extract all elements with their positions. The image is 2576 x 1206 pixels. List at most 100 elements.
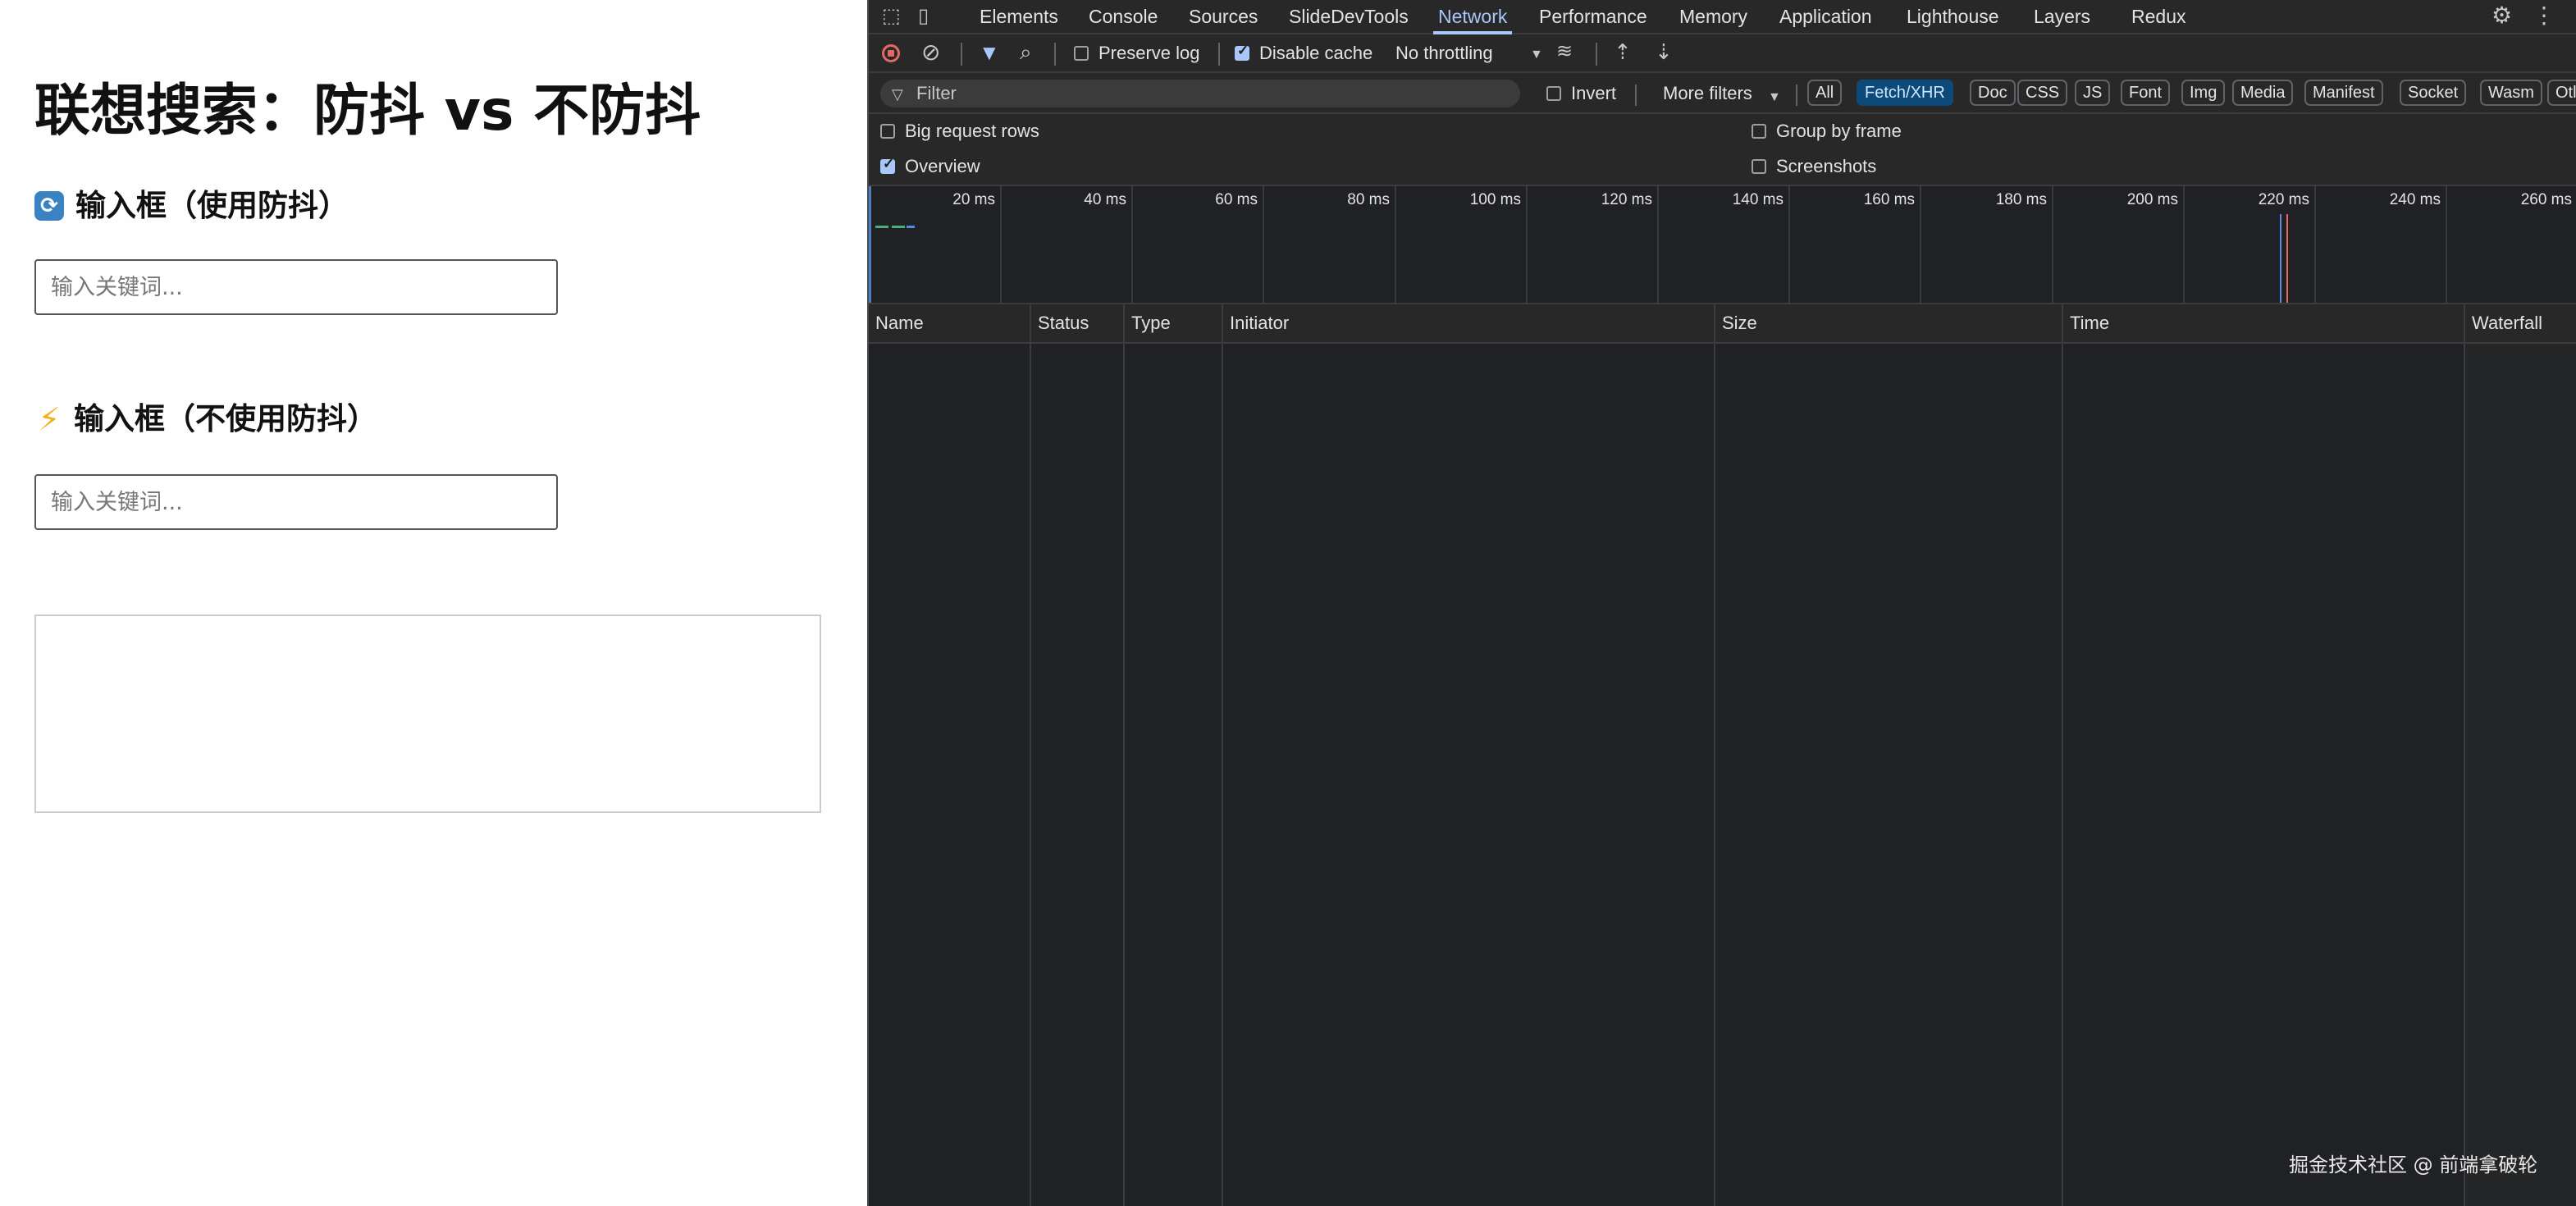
debounce-heading-text: 输入框（使用防抖） [75,188,349,223]
tab-network[interactable]: Network [1432,0,1513,34]
record-stop-icon[interactable] [882,44,900,62]
tab-memory[interactable]: Memory [1679,0,1747,34]
filter-chip-fetch-xhr[interactable]: Fetch/XHR [1857,80,1953,106]
page-title: 联想搜索：防抖 vs 不防抖 [34,79,701,144]
timeline-gridline [2446,186,2447,303]
tab-sources[interactable]: Sources [1189,0,1258,34]
big-request-rows-checkbox[interactable] [880,124,895,139]
device-toolbar-icon[interactable]: ▯ [918,6,929,27]
more-filters-dropdown[interactable]: More filters [1663,83,1752,104]
invert-checkbox[interactable] [1546,86,1561,101]
tab-performance[interactable]: Performance [1539,0,1647,34]
filter-funnel-small-icon: ▽ [892,86,903,103]
suggestion-results-box [34,614,821,813]
screenshots-checkbox[interactable] [1752,159,1766,174]
filter-chip-media[interactable]: Media [2232,80,2294,106]
preserve-log-label[interactable]: Preserve log [1098,43,1200,64]
column-header-waterfall[interactable]: Waterfall [2472,304,2542,342]
debounce-search-input[interactable] [34,259,558,315]
tab-layers[interactable]: Layers [2034,0,2090,34]
timeline-tick-label: 200 ms [2126,191,2178,208]
column-divider [1030,304,1031,1206]
overview-checkbox[interactable] [880,156,895,174]
tab-console[interactable]: Console [1089,0,1158,34]
timeline-tick-label: 140 ms [1732,191,1784,208]
filter-chip-manifest[interactable]: Manifest [2304,80,2383,106]
tab-redux[interactable]: Redux [2131,0,2185,34]
group-by-frame-checkbox[interactable] [1752,124,1766,139]
column-header-type[interactable]: Type [1131,304,1171,342]
timeline-tick-label: 240 ms [2389,191,2441,208]
filter-chip-socket[interactable]: Socket [2400,80,2467,106]
filter-chip-js[interactable]: JS [2075,80,2111,106]
timeline-gridline [1131,186,1133,303]
filter-chip-all[interactable]: All [1807,80,1843,106]
overview-window-handle[interactable] [869,186,871,303]
tab-application[interactable]: Application [1779,0,1872,34]
column-header-initiator[interactable]: Initiator [1230,304,1289,342]
debounce-heading: ⟳ 输入框（使用防抖） [34,187,349,225]
no-debounce-search-input[interactable] [34,474,558,530]
timeline-tick-label: 20 ms [952,191,995,208]
search-icon[interactable]: ⌕ [1020,41,1032,62]
request-table-header: Name Status Type Initiator Size Time Wat… [869,304,2576,344]
filter-chip-font[interactable]: Font [2121,80,2171,106]
timeline-tick-label: 60 ms [1215,191,1258,208]
filter-input-placeholder[interactable]: Filter [916,83,957,104]
more-filters-chevron-down-icon[interactable]: ▼ [1768,87,1781,108]
timeline-tick-label: 100 ms [1469,191,1521,208]
group-by-frame-label[interactable]: Group by frame [1776,121,1902,142]
overview-request-bar [907,226,915,228]
big-request-rows-label[interactable]: Big request rows [905,121,1039,142]
disable-cache-checkbox[interactable] [1235,43,1249,61]
no-debounce-heading: ⚡ 输入框（不使用防抖） [34,400,377,438]
settings-gear-icon[interactable]: ⚙ [2492,4,2512,27]
throttling-select[interactable]: No throttling [1395,43,1493,64]
preserve-log-checkbox[interactable] [1074,46,1089,61]
timeline-gridline [1395,186,1396,303]
timeline-gridline [1920,186,1921,303]
throttling-chevron-down-icon[interactable]: ▼ [1530,44,1543,66]
filter-input-wrapper[interactable]: ▽ Filter [880,80,1520,107]
filter-chip-img[interactable]: Img [2181,80,2226,106]
tab-lighthouse[interactable]: Lighthouse [1907,0,1999,34]
timeline-gridline [1657,186,1659,303]
tab-elements[interactable]: Elements [980,0,1058,34]
lightning-emoji-icon: ⚡ [38,401,61,437]
network-toolbar: ⊘ ▼ ⌕ Preserve log Disable cache No thro… [869,34,2576,73]
clear-icon[interactable]: ⊘ [921,41,940,64]
filter-chip-other[interactable]: Otl [2547,80,2576,106]
disable-cache-label[interactable]: Disable cache [1259,43,1372,64]
column-header-time[interactable]: Time [2070,304,2109,342]
timeline-gridline [1263,186,1264,303]
filter-funnel-icon[interactable]: ▼ [979,42,1000,63]
timeline-gridline [1788,186,1790,303]
timeline-tick-label: 80 ms [1347,191,1390,208]
filter-chip-css[interactable]: CSS [2017,80,2068,106]
tab-slidedevtools[interactable]: SlideDevTools [1289,0,1409,34]
network-overview-timeline[interactable]: 20 ms 40 ms 60 ms 80 ms 100 ms 120 ms 140 ms 16… [869,186,2576,304]
timeline-gridline [2052,186,2053,303]
column-header-size[interactable]: Size [1722,304,1757,342]
timeline-gridline [1526,186,1528,303]
more-options-icon[interactable]: ⋮ [2533,4,2555,27]
dom-content-loaded-marker [2280,214,2281,303]
invert-label[interactable]: Invert [1571,83,1616,104]
network-conditions-wifi-icon[interactable]: ≋ [1556,41,1573,62]
export-har-download-icon[interactable]: ⇣ [1655,41,1673,62]
timeline-gridline [1000,186,1002,303]
timeline-tick-label: 120 ms [1601,191,1652,208]
column-divider [1222,304,1223,1206]
timeline-tick-label: 160 ms [1863,191,1915,208]
filter-chip-wasm[interactable]: Wasm [2480,80,2542,106]
inspect-element-icon[interactable]: ⬚ [882,6,901,27]
screenshots-label[interactable]: Screenshots [1776,156,1876,177]
import-har-upload-icon[interactable]: ⇡ [1614,41,1632,62]
filter-bar: ▽ Filter Invert More filters ▼ All Fetch… [869,73,2576,114]
column-header-status[interactable]: Status [1038,304,1089,342]
column-header-name[interactable]: Name [875,304,924,342]
overview-label[interactable]: Overview [905,156,980,177]
filter-chip-doc[interactable]: Doc [1970,80,2016,106]
overview-request-bar [875,226,888,228]
timeline-gridline [2183,186,2185,303]
